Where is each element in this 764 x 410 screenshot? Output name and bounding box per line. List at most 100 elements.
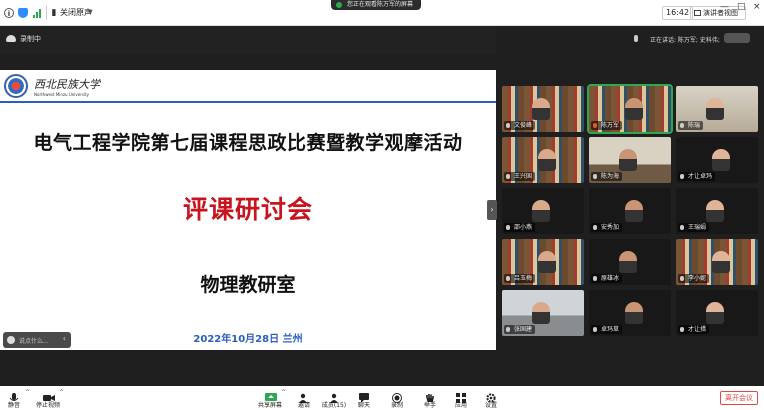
participant-video bbox=[532, 302, 550, 324]
quick-chat-input[interactable]: 说点什么... bbox=[19, 336, 49, 345]
participant-name-label: 才让措 bbox=[678, 325, 710, 334]
emoji-icon[interactable] bbox=[7, 336, 15, 344]
mute-button[interactable]: 静音 ^ bbox=[0, 386, 30, 410]
leave-meeting-button[interactable]: 离开会议 bbox=[720, 391, 758, 405]
grid-view-icon bbox=[694, 10, 701, 16]
microphone-icon bbox=[680, 327, 684, 332]
participant-name: 王瑞娟 bbox=[688, 224, 707, 231]
record-button[interactable]: 录制 bbox=[383, 386, 411, 410]
participant-video bbox=[625, 200, 643, 222]
slide-divider bbox=[0, 101, 496, 103]
chat-label: 聊天 bbox=[357, 402, 370, 409]
participant-name: 文俊峰 bbox=[514, 122, 533, 129]
participant-tile[interactable]: 陈瑞 bbox=[676, 86, 758, 132]
participant-video bbox=[532, 98, 550, 120]
participant-video bbox=[538, 149, 556, 171]
participant-tile[interactable]: 文俊峰 bbox=[502, 86, 584, 132]
microphone-icon bbox=[593, 225, 597, 230]
active-speaker-indicator: 正在讲话: 陈万军; 史科伟; bbox=[628, 32, 760, 46]
share-screen-label: 共享屏幕 bbox=[257, 402, 282, 409]
chevron-up-icon[interactable]: ^ bbox=[281, 389, 286, 396]
recording-status-bar: 录制中 bbox=[0, 26, 496, 54]
participant-tile[interactable]: 李小妮 bbox=[676, 239, 758, 285]
settings-label: 设置 bbox=[484, 402, 497, 409]
info-icon[interactable]: i bbox=[4, 8, 14, 18]
original-sound-icon[interactable]: ▮ bbox=[50, 8, 58, 18]
screen-share-banner[interactable]: 您正在观看陈万军的屏幕 bbox=[331, 0, 422, 10]
participant-video bbox=[712, 251, 730, 273]
participant-tile[interactable]: 卓玛草 bbox=[589, 290, 671, 336]
participant-tile[interactable]: 才让卓玛 bbox=[676, 137, 758, 183]
quick-chat-popup[interactable]: 说点什么... ‹ bbox=[3, 332, 71, 348]
participant-name: 李小妮 bbox=[688, 275, 707, 282]
microphone-icon bbox=[593, 327, 597, 332]
participant-video bbox=[625, 302, 643, 324]
meeting-timer: 16:42 bbox=[662, 6, 694, 20]
stop-video-button[interactable]: 停止视频 ^ bbox=[34, 386, 64, 410]
microphone-icon bbox=[680, 123, 684, 128]
chat-button[interactable]: 聊天 bbox=[350, 386, 378, 410]
participant-name-label: 王兴国 bbox=[504, 172, 536, 181]
participant-name-label: 张国建 bbox=[504, 325, 536, 334]
invite-label: 邀请 bbox=[297, 402, 310, 409]
record-icon bbox=[392, 388, 402, 403]
microphone-icon bbox=[506, 174, 510, 179]
chevron-up-icon[interactable]: ^ bbox=[25, 389, 30, 396]
participant-name-label: 陈万军 bbox=[591, 121, 623, 130]
participant-name-label: 才让卓玛 bbox=[678, 172, 716, 181]
participant-tile[interactable]: 王兴国 bbox=[502, 137, 584, 183]
participant-tile[interactable]: 陈为海 bbox=[589, 137, 671, 183]
participant-tile[interactable]: 吕玉梅 bbox=[502, 239, 584, 285]
minimize-icon[interactable]: — bbox=[720, 2, 729, 12]
shield-icon[interactable] bbox=[18, 8, 28, 18]
microphone-icon bbox=[506, 225, 510, 230]
university-name-en: Northwest Minzu University bbox=[34, 92, 90, 97]
divider bbox=[46, 6, 47, 20]
participant-tile[interactable]: 才让措 bbox=[676, 290, 758, 336]
microphone-icon bbox=[593, 174, 597, 179]
recording-label[interactable]: 录制中 bbox=[20, 34, 41, 44]
microphone-icon bbox=[506, 123, 510, 128]
invite-button[interactable]: 邀请 bbox=[290, 386, 318, 410]
participant-tile[interactable]: 张国建 bbox=[502, 290, 584, 336]
apps-label: 应用 bbox=[454, 402, 467, 409]
network-signal-icon[interactable] bbox=[33, 8, 43, 18]
raise-hand-button[interactable]: 举手 bbox=[416, 386, 444, 410]
hand-icon bbox=[425, 388, 435, 402]
raise-hand-label: 举手 bbox=[423, 402, 436, 409]
chevron-down-icon[interactable]: ▼ bbox=[88, 9, 93, 16]
participant-video bbox=[706, 98, 724, 120]
participants-button[interactable]: 成员(15) bbox=[320, 386, 348, 410]
add-user-icon bbox=[299, 388, 309, 403]
participant-tile[interactable]: 原雄冰 bbox=[589, 239, 671, 285]
microphone-icon bbox=[593, 123, 597, 128]
maximize-icon[interactable]: □ bbox=[737, 2, 746, 12]
participant-name-label: 文俊峰 bbox=[504, 121, 536, 130]
chevron-up-icon[interactable]: ^ bbox=[59, 389, 64, 396]
microphone-icon bbox=[506, 276, 510, 281]
participant-tile[interactable]: 邵小燕 bbox=[502, 188, 584, 234]
apps-button[interactable]: 应用 bbox=[447, 386, 475, 410]
participant-name-label: 安秀加 bbox=[591, 223, 623, 232]
microphone-icon bbox=[680, 225, 684, 230]
stop-video-label: 停止视频 bbox=[35, 402, 60, 409]
video-camera-icon bbox=[43, 388, 55, 401]
participants-label: 成员(15) bbox=[321, 402, 347, 409]
panel-collapse-handle[interactable]: › bbox=[487, 200, 497, 220]
cloud-record-icon[interactable] bbox=[6, 35, 16, 42]
participant-name: 陈瑞 bbox=[688, 122, 701, 129]
shared-screen: 西北民族大学 Northwest Minzu University 电气工程学院… bbox=[0, 70, 496, 350]
close-icon[interactable]: × bbox=[753, 2, 761, 12]
share-screen-button[interactable]: 共享屏幕 ^ bbox=[256, 386, 286, 410]
settings-button[interactable]: 设置 bbox=[477, 386, 505, 410]
chevron-left-icon[interactable]: ‹ bbox=[63, 334, 66, 343]
record-label: 录制 bbox=[390, 402, 403, 409]
participant-name-label: 李小妮 bbox=[678, 274, 710, 283]
participant-tile[interactable]: 陈万军 bbox=[587, 84, 673, 134]
slide-subtitle: 评课研讨会 bbox=[182, 195, 313, 224]
participant-tile[interactable]: 王瑞娟 bbox=[676, 188, 758, 234]
participant-name-label: 吕玉梅 bbox=[504, 274, 536, 283]
share-banner-label: 您正在观看陈万军的屏幕 bbox=[347, 1, 414, 8]
participant-tile[interactable]: 安秀加 bbox=[589, 188, 671, 234]
university-name-cn: 西北民族大学 bbox=[34, 78, 100, 91]
